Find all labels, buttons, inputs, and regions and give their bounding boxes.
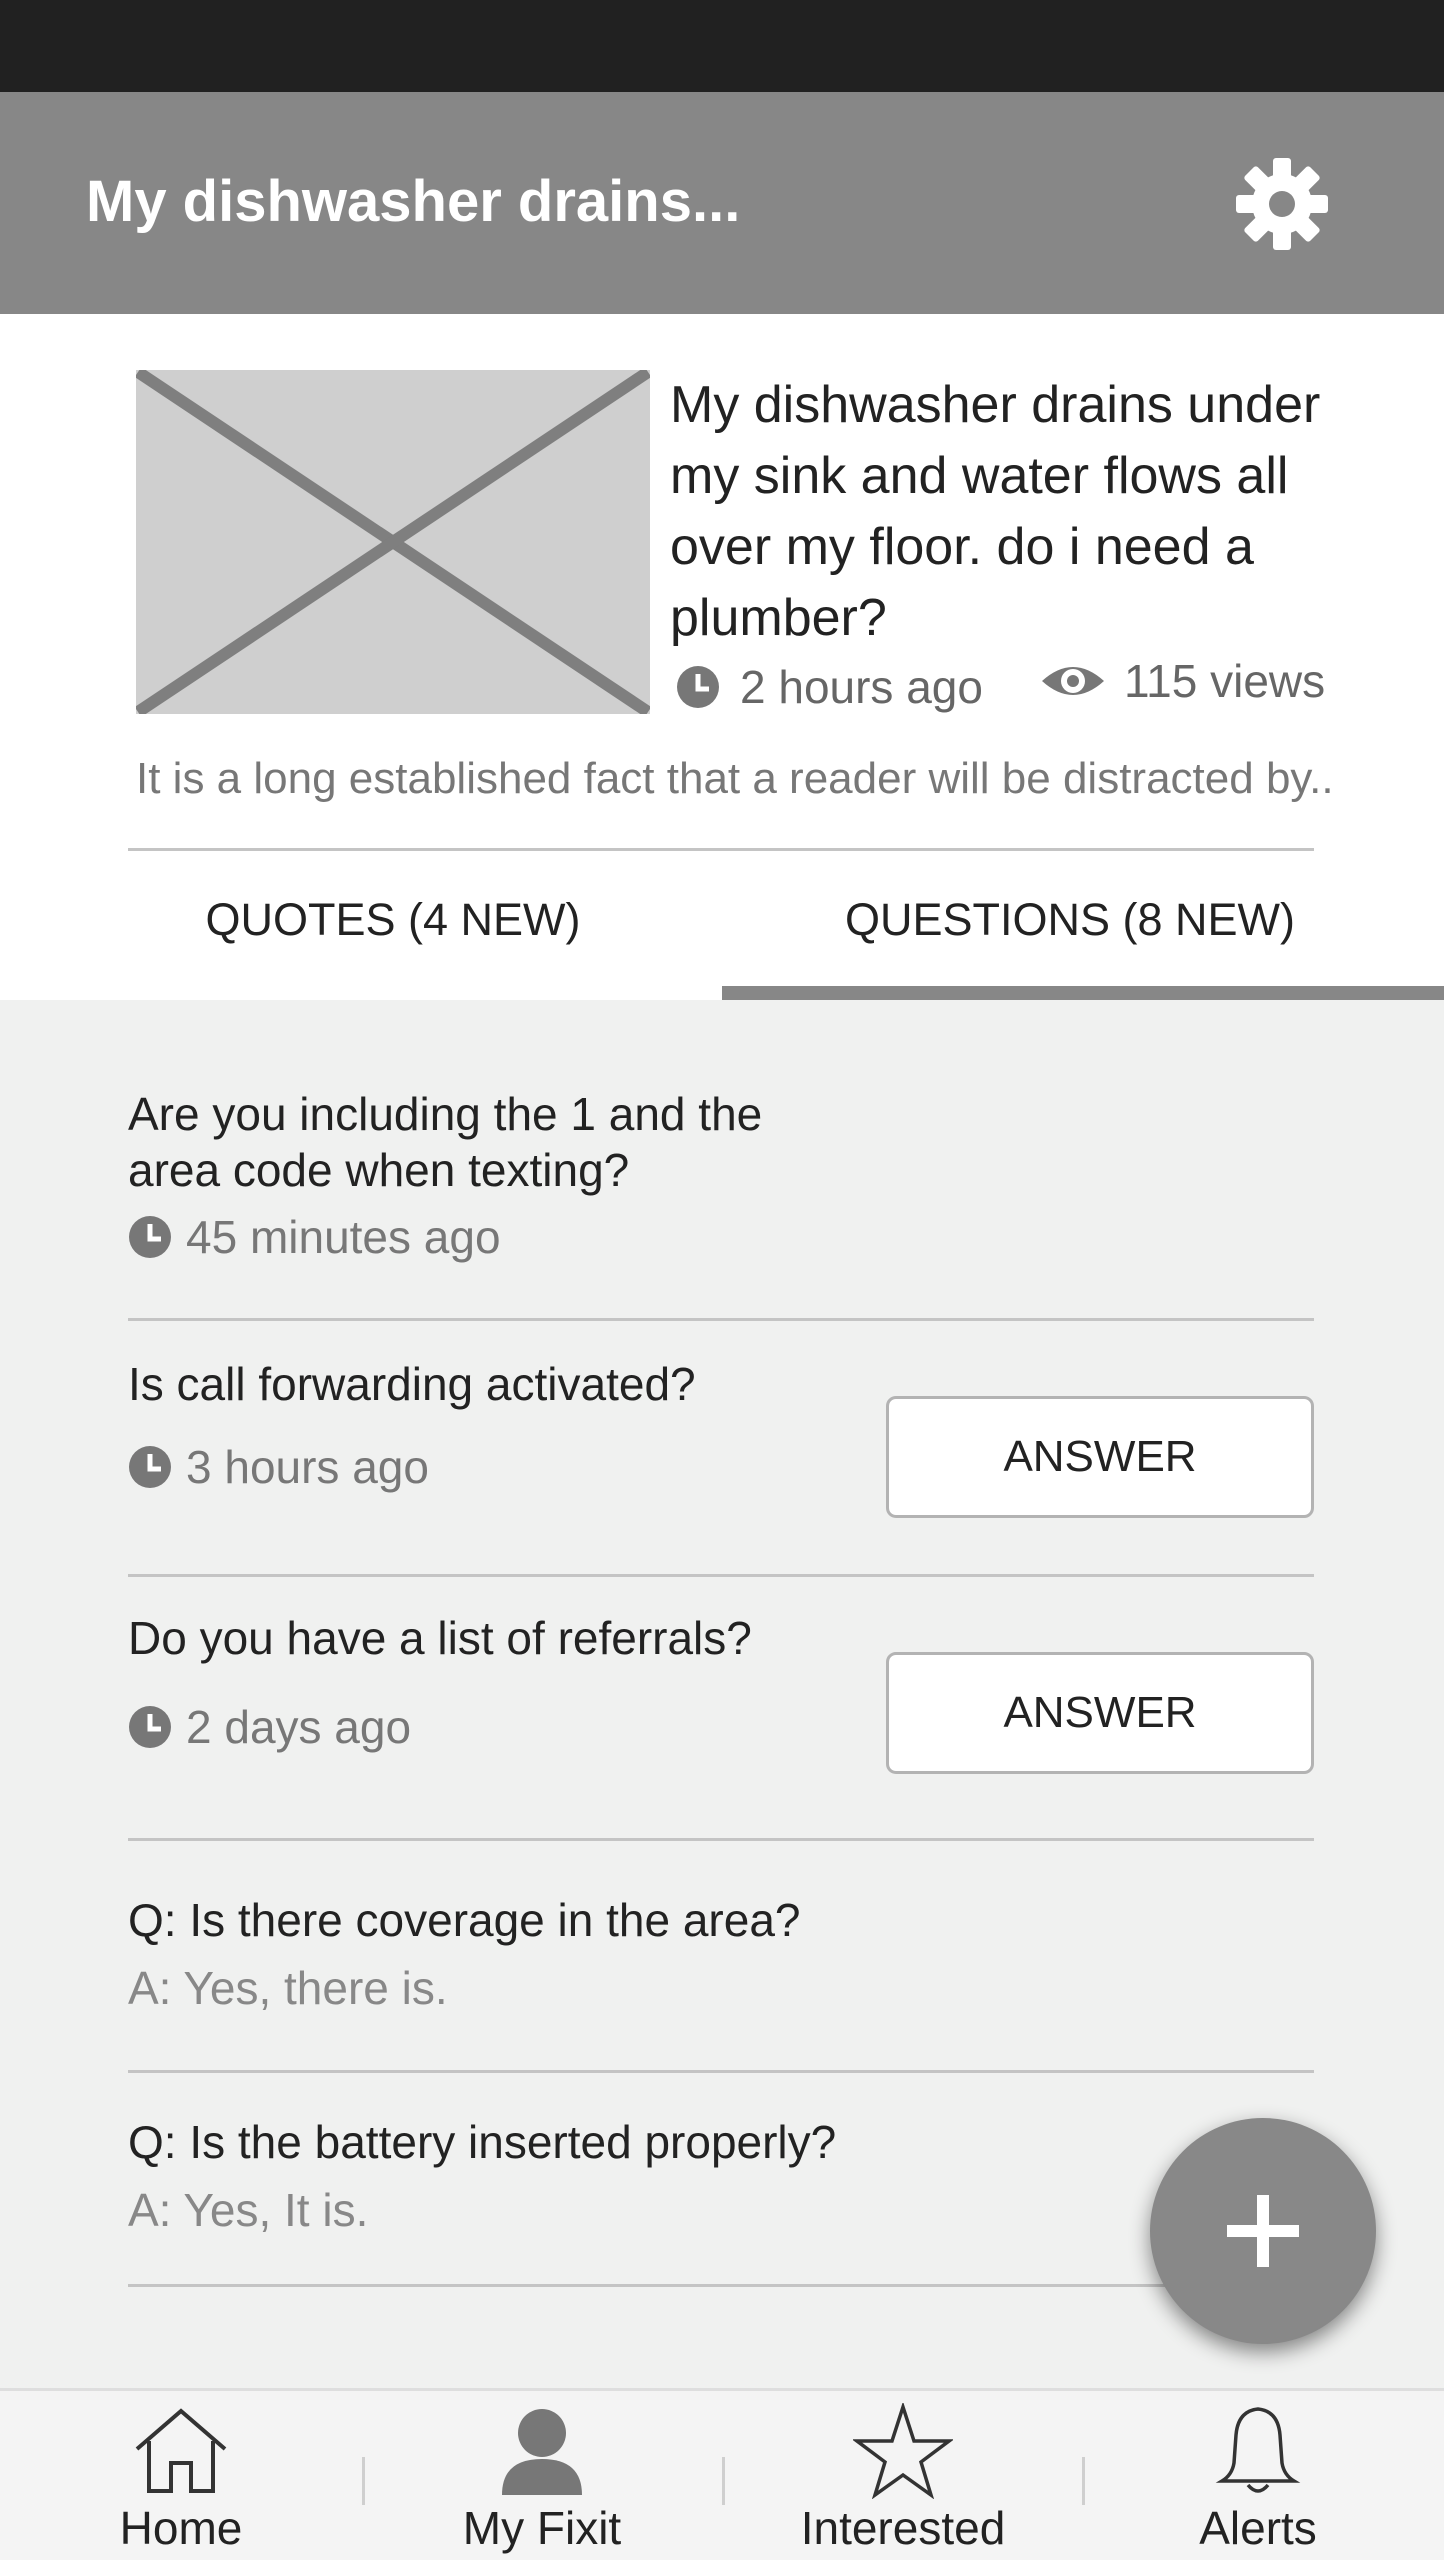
plus-icon (1227, 2195, 1299, 2267)
status-bar (0, 0, 1444, 92)
tab-questions[interactable]: QUESTIONS (8 NEW) (740, 894, 1400, 946)
post-thumbnail (134, 367, 652, 717)
nav-home-label: Home (119, 2502, 243, 2554)
post-views: 115 views (1040, 654, 1325, 708)
divider (128, 1318, 1314, 1321)
question-text: Are you including the 1 and the area cod… (128, 1088, 763, 1196)
bell-icon (1215, 2407, 1301, 2493)
question-time-text: 3 hours ago (186, 1441, 429, 1493)
star-icon (853, 2403, 953, 2499)
divider (128, 1574, 1314, 1577)
post-time: 2 hours ago (676, 660, 983, 714)
bottom-nav: Home My Fixit Interested Alerts (0, 2388, 1444, 2560)
nav-separator (362, 2457, 365, 2505)
question-time-text: 2 days ago (186, 1701, 412, 1753)
nav-alerts-label: Alerts (1199, 2502, 1317, 2554)
divider (128, 1838, 1314, 1841)
eye-icon (1042, 667, 1104, 695)
divider (128, 848, 1314, 851)
nav-interested-label: Interested (800, 2502, 1006, 2554)
answer-button[interactable]: ANSWER (886, 1396, 1314, 1518)
nav-home[interactable]: Home (16, 2391, 346, 2560)
answered-answer: A: Yes, It is. (128, 2184, 369, 2236)
answered-question: Q: Is the battery inserted properly? (128, 2116, 837, 2168)
nav-alerts[interactable]: Alerts (1093, 2391, 1423, 2560)
clock-icon (677, 666, 719, 708)
add-question-button[interactable] (1150, 2118, 1376, 2344)
answered-answer: A: Yes, there is. (128, 1962, 448, 2014)
post-time-text: 2 hours ago (740, 661, 983, 713)
nav-my-fixit[interactable]: My Fixit (377, 2391, 707, 2560)
clock-icon (129, 1706, 171, 1748)
answered-item: Q: Is the battery inserted properly? A: … (128, 2114, 1314, 2238)
post-title: My dishwasher drains under my sink and w… (670, 376, 1321, 647)
home-icon (135, 2408, 227, 2493)
question-time-text: 45 minutes ago (186, 1211, 501, 1263)
image-placeholder-icon (134, 367, 652, 717)
nav-interested[interactable]: Interested (738, 2391, 1068, 2560)
divider (128, 2284, 1314, 2287)
answered-item: Q: Is there coverage in the area? A: Yes… (128, 1892, 1314, 2016)
tab-quotes[interactable]: QUOTES (4 NEW) (128, 894, 658, 946)
nav-separator (1082, 2457, 1085, 2505)
question-item: Is call forwarding activated? 3 hours ag… (128, 1356, 1314, 1518)
clock-icon (129, 1446, 171, 1488)
question-item: Do you have a list of referrals? 2 days … (128, 1610, 1314, 1774)
nav-my-fixit-label: My Fixit (462, 2502, 622, 2554)
answer-button[interactable]: ANSWER (886, 1652, 1314, 1774)
app-bar: My dishwasher drains... (0, 92, 1444, 314)
settings-button[interactable] (1232, 154, 1332, 254)
active-tab-indicator (722, 986, 1444, 1000)
nav-separator (722, 2457, 725, 2505)
person-icon (502, 2409, 582, 2495)
clock-icon (129, 1216, 171, 1258)
gear-icon (1236, 158, 1328, 250)
answered-question: Q: Is there coverage in the area? (128, 1894, 801, 1946)
question-item: Are you including the 1 and the area cod… (128, 1086, 1314, 1264)
divider (128, 2070, 1314, 2073)
post-views-text: 115 views (1124, 655, 1326, 707)
post-excerpt: It is a long established fact that a rea… (136, 754, 1336, 803)
post-header: My dishwasher drains under my sink and w… (0, 314, 1444, 1000)
question-time: 45 minutes ago (128, 1210, 1314, 1264)
page-title: My dishwasher drains... (86, 169, 741, 234)
